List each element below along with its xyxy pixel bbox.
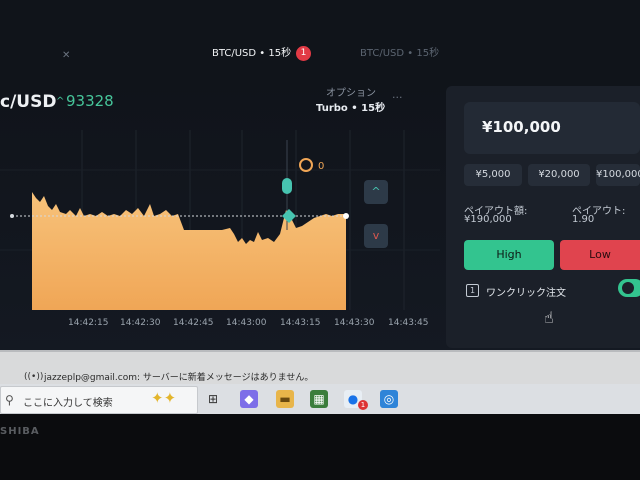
tab-close-icon[interactable]: ✕	[62, 50, 70, 61]
taskbar-notification-badge: 1	[358, 400, 368, 410]
time-label: 14:43:45	[388, 318, 429, 328]
mouse-cursor-icon: ☝	[544, 308, 554, 327]
time-label: 14:43:00	[226, 318, 267, 328]
file-explorer-icon[interactable]: ▬	[276, 390, 294, 408]
option-label: オプション	[326, 88, 376, 99]
toggle-knob	[622, 282, 634, 294]
time-label: 14:42:30	[120, 318, 161, 328]
more-options-icon[interactable]: ...	[392, 88, 403, 101]
option-mode[interactable]: Turbo • 15秒	[316, 99, 385, 114]
notification-icon: ((•))	[24, 372, 44, 382]
tab-btc-usd-inactive[interactable]: BTC/USD • 15秒	[360, 44, 439, 59]
payout-amount-value: ¥190,000	[464, 214, 512, 225]
chart-scroll-down-button[interactable]: v	[364, 224, 388, 248]
taskbar-search-box[interactable]: ⚲ ここに入力して検索 ✦✦	[0, 386, 198, 414]
price-line-end-dot	[343, 213, 349, 219]
tab-badge: 1	[296, 46, 311, 61]
asset-pair-label: c/USD	[0, 92, 57, 112]
chart-scroll-up-button[interactable]: ^	[364, 180, 388, 204]
price-up-icon: ^	[56, 96, 65, 107]
one-click-toggle[interactable]	[618, 279, 640, 297]
price-line-start-dot	[10, 214, 14, 218]
trading-screen: ✕ BTC/USD • 15秒 1 BTC/USD • 15秒 c/USD ^ …	[0, 0, 640, 356]
amount-value: ¥100,000	[482, 118, 561, 136]
store-icon[interactable]: ▦	[310, 390, 328, 408]
windows-taskbar: ⚲ ここに入力して検索 ✦✦ ⊞ ◆ ▬ ▦ ● 1 ◎	[0, 384, 640, 414]
one-click-label: ワンクリック注文	[486, 288, 566, 299]
pending-trade-icon	[299, 158, 313, 172]
trade-panel: ¥100,000 + ¥5,000 ¥20,000 ¥100,000 ペイアウト…	[446, 86, 640, 348]
laptop-bezel	[0, 414, 640, 480]
amount-field[interactable]: ¥100,000 +	[464, 102, 640, 154]
search-placeholder: ここに入力して検索	[23, 398, 113, 409]
tab-btc-usd-active[interactable]: BTC/USD • 15秒	[212, 44, 291, 59]
time-label: 14:42:45	[173, 318, 214, 328]
time-label: 14:43:15	[280, 318, 321, 328]
edge-icon[interactable]: ◎	[380, 390, 398, 408]
pending-trade-count: 0	[318, 161, 324, 172]
notification-text: jazzeplp@gmail.com: サーバーに新着メッセージはありません。	[44, 373, 314, 383]
top-bar: ✕ BTC/USD • 15秒 1 BTC/USD • 15秒	[0, 0, 640, 78]
preset-100000-button[interactable]: ¥100,000	[596, 164, 640, 186]
notification-bar: ((•)) jazzeplp@gmail.com: サーバーに新着メッセージはあ…	[0, 350, 640, 386]
search-highlight-icon: ✦✦	[151, 389, 177, 407]
trade-entry-marker	[282, 178, 292, 194]
payout-rate-value: 1.90	[572, 214, 595, 225]
bezel-logo: SHIBA	[0, 426, 40, 437]
time-label: 14:43:30	[334, 318, 375, 328]
search-icon: ⚲	[5, 393, 14, 407]
preset-20000-button[interactable]: ¥20,000	[528, 164, 590, 186]
one-click-icon: 1	[466, 284, 479, 297]
current-price: 93328	[66, 92, 114, 110]
low-button[interactable]: Low	[560, 240, 640, 270]
price-area	[32, 192, 346, 310]
task-view-icon[interactable]: ⊞	[204, 390, 222, 408]
preset-5000-button[interactable]: ¥5,000	[464, 164, 522, 186]
time-label: 14:42:15	[68, 318, 109, 328]
high-button[interactable]: High	[464, 240, 554, 270]
copilot-icon[interactable]: ◆	[240, 390, 258, 408]
